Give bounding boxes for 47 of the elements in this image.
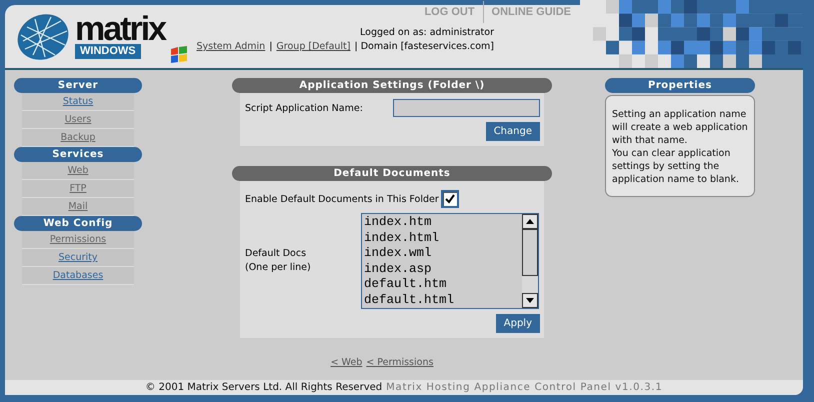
checkmark-icon <box>444 194 455 204</box>
sidebar-link[interactable]: Users <box>22 111 134 129</box>
breadcrumb-text: | Domain [fasteservices.com] <box>354 41 494 52</box>
sidebar-link[interactable]: Permissions <box>22 231 134 249</box>
sidebar-section-header: Services <box>14 147 142 162</box>
windows-flag-icon <box>169 46 190 64</box>
document-line: index.html <box>364 230 440 246</box>
enable-checkbox[interactable] <box>440 190 459 208</box>
docs-textarea[interactable]: index.htm index.html index.wml index.asp default.htm default.html <box>361 213 539 309</box>
sidebar-link[interactable]: Security <box>22 249 134 267</box>
sidebar-link[interactable]: Databases <box>22 267 134 285</box>
login-text: Logged on as: administrator <box>360 27 494 38</box>
breadcrumb-link[interactable]: System Admin <box>196 41 266 52</box>
properties-header: Properties <box>605 78 755 93</box>
back-link[interactable]: < Permissions <box>366 357 434 368</box>
field-label: Script Application Name: <box>245 102 363 114</box>
copyright-text: © 2001 Matrix Servers Ltd. All Rights Reserved <box>145 382 382 393</box>
top-nav-link[interactable]: LOG OUT <box>416 1 483 23</box>
application-name-field[interactable] <box>393 99 540 117</box>
document-line: index.wml <box>364 246 433 262</box>
product-version-text: Matrix Hosting Appliance Control Panel v1.0.3.1 <box>386 382 663 393</box>
panel-header: Application Settings (Folder \) <box>232 78 552 93</box>
document-line: default.html <box>364 292 456 308</box>
sidebar-link[interactable]: FTP <box>22 180 134 198</box>
breadcrumb-text: | <box>269 41 272 52</box>
document-line: index.htm <box>364 215 433 230</box>
sidebar-link[interactable]: Backup <box>22 129 134 147</box>
docs-label: Default Docs <box>245 247 308 261</box>
panel-header: Default Documents <box>232 166 552 181</box>
top-nav-link[interactable]: ONLINE GUIDE <box>482 1 579 23</box>
back-link[interactable]: < Web <box>330 357 362 368</box>
sidebar-link[interactable]: Status <box>22 93 134 111</box>
logo-wordmark: matrix <box>75 14 166 44</box>
breadcrumb-link[interactable]: Group [Default] <box>276 41 350 52</box>
document-line: index.asp <box>364 262 433 277</box>
sidebar-link[interactable]: Web <box>22 162 134 180</box>
document-line: default.htm <box>364 277 448 292</box>
docs-label: (One per line) <box>245 261 312 275</box>
logo-badge: WINDOWS <box>75 44 141 59</box>
apply-button[interactable]: Apply <box>496 314 540 333</box>
properties-text: You can clear application settings by setting the application name to blank. <box>612 147 740 186</box>
sidebar-link[interactable]: Mail <box>22 198 134 216</box>
properties-text: Setting an application name will create a web application with that name. <box>612 108 749 147</box>
change-button[interactable]: Change <box>486 122 540 141</box>
sidebar-section-header: Web Config <box>14 216 142 231</box>
sidebar-section-header: Server <box>14 78 142 93</box>
checkbox-label: Enable Default Documents in This Folder <box>245 194 439 204</box>
